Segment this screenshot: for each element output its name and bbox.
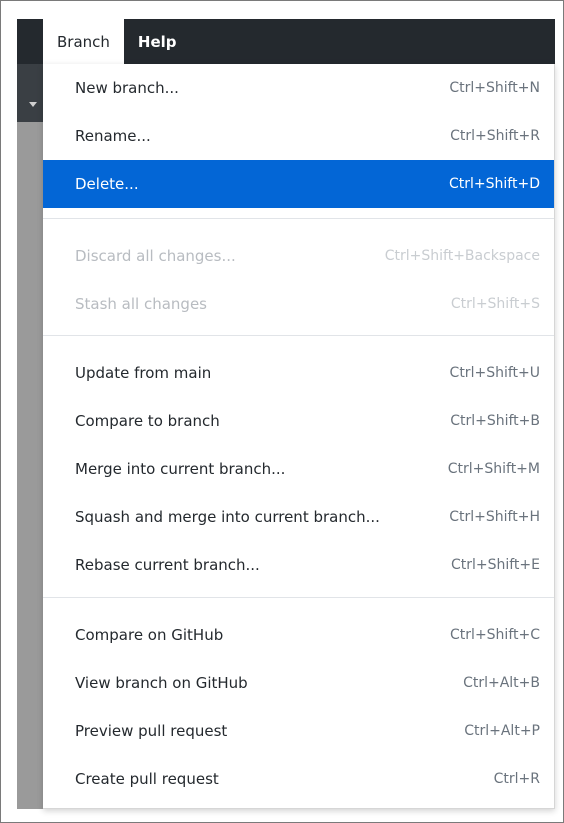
menu-item-label: Stash all changes	[75, 295, 207, 313]
menu-item-shortcut: Ctrl+R	[493, 771, 540, 787]
menu-item-shortcut: Ctrl+Alt+P	[464, 723, 540, 739]
menu-item-shortcut: Ctrl+Shift+Backspace	[384, 248, 540, 264]
menu-item-shortcut: Ctrl+Shift+H	[449, 509, 540, 525]
menu-item-label: Create pull request	[75, 770, 219, 788]
menu-item-shortcut: Ctrl+Shift+R	[450, 128, 540, 144]
menu-item-rename[interactable]: Rename... Ctrl+Shift+R	[43, 112, 554, 160]
menu-item-compare-to-branch[interactable]: Compare to branch Ctrl+Shift+B	[43, 397, 554, 445]
menu-item-shortcut: Ctrl+Shift+E	[450, 557, 540, 573]
menu-item-label: New branch...	[75, 79, 179, 97]
app-toolbar-strip	[17, 64, 43, 122]
menu-item-label: Compare on GitHub	[75, 626, 224, 644]
menu-item-stash-all-changes[interactable]: Stash all changes Ctrl+Shift+S	[43, 280, 554, 328]
menu-item-squash-and-merge[interactable]: Squash and merge into current branch... …	[43, 493, 554, 541]
menu-item-delete[interactable]: Delete... Ctrl+Shift+D	[43, 160, 554, 208]
menu-item-label: Preview pull request	[75, 722, 228, 740]
menu-item-label: Discard all changes...	[75, 247, 236, 265]
menu-item-label: Rename...	[75, 127, 151, 145]
menu-item-new-branch[interactable]: New branch... Ctrl+Shift+N	[43, 64, 554, 112]
menu-item-label: Rebase current branch...	[75, 556, 260, 574]
menu-item-shortcut: Ctrl+Shift+D	[449, 176, 540, 192]
menu-item-update-from-main[interactable]: Update from main Ctrl+Shift+U	[43, 349, 554, 397]
menu-item-create-pull-request[interactable]: Create pull request Ctrl+R	[43, 755, 554, 803]
menu-item-shortcut: Ctrl+Shift+B	[450, 413, 540, 429]
menu-item-shortcut: Ctrl+Alt+B	[463, 675, 540, 691]
menubar: Branch Help	[43, 19, 555, 64]
app-background	[17, 19, 43, 809]
menu-item-rebase-current-branch[interactable]: Rebase current branch... Ctrl+Shift+E	[43, 541, 554, 589]
menu-separator	[43, 597, 554, 598]
menu-item-shortcut: Ctrl+Shift+N	[449, 80, 540, 96]
menu-item-preview-pull-request[interactable]: Preview pull request Ctrl+Alt+P	[43, 707, 554, 755]
menu-item-label: Delete...	[75, 175, 139, 193]
menu-item-discard-all-changes[interactable]: Discard all changes... Ctrl+Shift+Backsp…	[43, 232, 554, 280]
menu-item-shortcut: Ctrl+Shift+C	[450, 627, 540, 643]
menu-item-shortcut: Ctrl+Shift+S	[450, 296, 540, 312]
chevron-down-icon	[29, 102, 37, 107]
menu-item-label: Update from main	[75, 364, 212, 382]
menu-item-view-branch-on-github[interactable]: View branch on GitHub Ctrl+Alt+B	[43, 659, 554, 707]
menu-item-merge-into-current-branch[interactable]: Merge into current branch... Ctrl+Shift+…	[43, 445, 554, 493]
menu-separator	[43, 218, 554, 219]
branch-menu-dropdown: New branch... Ctrl+Shift+N Rename... Ctr…	[43, 64, 555, 809]
menubar-help[interactable]: Help	[124, 19, 191, 64]
menu-item-label: View branch on GitHub	[75, 674, 248, 692]
menu-item-shortcut: Ctrl+Shift+M	[447, 461, 540, 477]
menu-item-label: Squash and merge into current branch...	[75, 508, 380, 526]
menubar-branch[interactable]: Branch	[43, 19, 124, 64]
menu-item-label: Merge into current branch...	[75, 460, 286, 478]
menu-item-compare-on-github[interactable]: Compare on GitHub Ctrl+Shift+C	[43, 611, 554, 659]
app-titlebar-strip	[17, 19, 43, 64]
menu-item-shortcut: Ctrl+Shift+U	[449, 365, 540, 381]
menu-separator	[43, 335, 554, 336]
menu-item-label: Compare to branch	[75, 412, 220, 430]
